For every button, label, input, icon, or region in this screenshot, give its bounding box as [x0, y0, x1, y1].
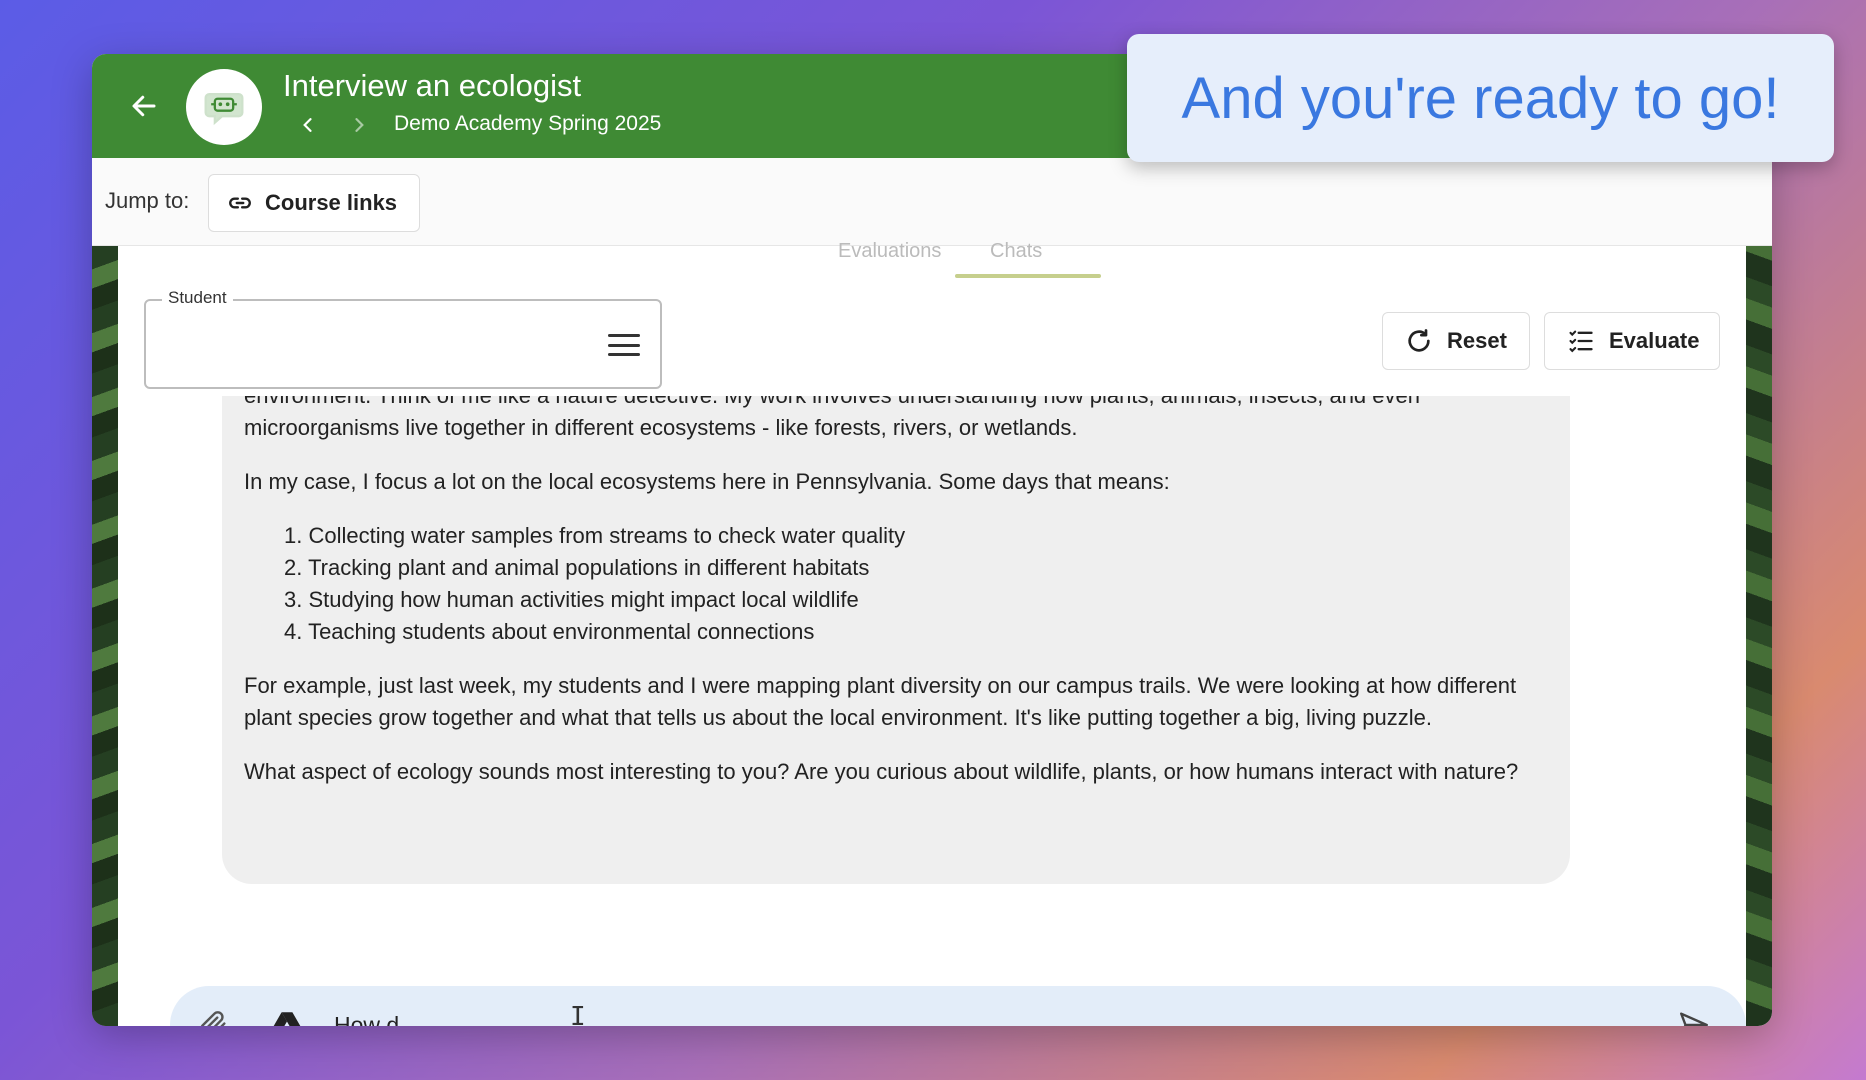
jump-to-label: Jump to:: [105, 188, 190, 213]
message-input[interactable]: [334, 1002, 1634, 1026]
chevron-right-icon: [355, 118, 364, 132]
message-paragraph: For example, just last week, my students…: [244, 673, 1517, 730]
course-links-button[interactable]: Course links: [208, 174, 420, 232]
student-select[interactable]: Student: [144, 288, 662, 389]
chat-panel: Evaluations Chats Student Reset Evaluate…: [118, 240, 1746, 1026]
reset-label: Reset: [1447, 328, 1507, 353]
assistant-message: environment. Think of me like a nature d…: [222, 396, 1570, 884]
message-composer: I: [170, 986, 1746, 1026]
link-icon: [229, 197, 251, 209]
student-field-label: Student: [162, 288, 233, 308]
course-name: Demo Academy Spring 2025: [394, 112, 662, 135]
paperclip-icon[interactable]: [196, 1008, 230, 1026]
tab-chats[interactable]: Chats: [990, 240, 1042, 263]
list-item: 2. Tracking plant and animal populations…: [284, 555, 870, 580]
page-title: Interview an ecologist: [283, 68, 582, 103]
evaluate-label: Evaluate: [1609, 328, 1700, 353]
background-foliage-left: [92, 246, 118, 1026]
app-window: Interview an ecologist Demo Academy Spri…: [92, 54, 1772, 1026]
message-partial-line: environment. Think of me like a nature d…: [244, 396, 1548, 412]
back-button[interactable]: [122, 84, 166, 128]
chevron-left-icon: [303, 118, 312, 132]
menu-icon[interactable]: [608, 331, 640, 359]
list-item: 1. Collecting water samples from streams…: [284, 523, 906, 548]
refresh-icon: [1408, 329, 1430, 352]
evaluate-button[interactable]: Evaluate: [1544, 312, 1720, 370]
message-paragraph: In my case, I focus a lot on the local e…: [244, 469, 1170, 494]
message-paragraph: What aspect of ecology sounds most inter…: [244, 759, 1519, 784]
checklist-icon: [1569, 330, 1593, 353]
google-drive-icon[interactable]: [270, 1008, 304, 1026]
list-item: 3. Studying how human activities might i…: [284, 587, 859, 612]
previous-button[interactable]: [293, 110, 323, 140]
tutorial-callout: And you're ready to go!: [1127, 34, 1834, 162]
callout-text: And you're ready to go!: [1181, 65, 1780, 131]
tab-evaluations[interactable]: Evaluations: [838, 240, 941, 263]
list-item: 4. Teaching students about environmental…: [284, 619, 815, 644]
chatbot-icon: [204, 93, 244, 126]
background-foliage-right: [1746, 246, 1772, 1026]
arrow-left-icon: [132, 95, 156, 117]
next-button[interactable]: [344, 110, 374, 140]
text-cursor-icon: I: [570, 1002, 586, 1026]
content-area: Evaluations Chats Student Reset Evaluate…: [92, 240, 1772, 1026]
active-tab-indicator: [955, 274, 1101, 278]
message-list: 1. Collecting water samples from streams…: [284, 520, 1548, 648]
assistant-logo: [186, 69, 262, 145]
jump-bar: Jump to: Course links: [92, 158, 1772, 246]
send-icon[interactable]: [1676, 1008, 1712, 1026]
reset-button[interactable]: Reset: [1382, 312, 1530, 370]
message-line: microorganisms live together in differen…: [244, 415, 1078, 440]
course-links-label: Course links: [265, 190, 398, 215]
